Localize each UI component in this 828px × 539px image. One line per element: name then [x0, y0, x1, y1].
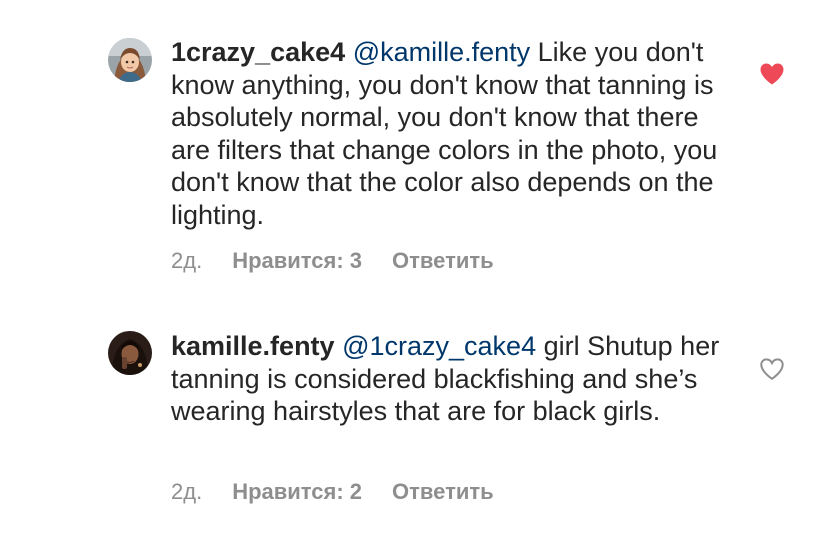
- comment-text: kamille.fenty @1crazy_cake4 girl Shutup …: [171, 330, 731, 428]
- comment-username[interactable]: kamille.fenty: [171, 331, 335, 361]
- reply-button[interactable]: Ответить: [392, 479, 494, 504]
- comment-mention[interactable]: @kamille.fenty: [353, 37, 530, 67]
- avatar[interactable]: [108, 331, 152, 375]
- comment-meta: 2д. Нравится: 2 Ответить: [171, 479, 494, 505]
- comment-time: 2д.: [171, 248, 203, 273]
- comment-username[interactable]: 1crazy_cake4: [171, 37, 345, 67]
- comment-meta: 2д. Нравится: 3 Ответить: [171, 248, 494, 274]
- reply-button[interactable]: Ответить: [392, 248, 494, 273]
- avatar[interactable]: [108, 38, 152, 82]
- comment-text: 1crazy_cake4 @kamille.fenty Like you don…: [171, 36, 731, 231]
- likes-button[interactable]: Нравится: 2: [232, 479, 362, 504]
- comment-time: 2д.: [171, 479, 203, 504]
- heart-filled-icon[interactable]: [759, 62, 785, 86]
- comment-mention[interactable]: @1crazy_cake4: [342, 331, 536, 361]
- likes-button[interactable]: Нравится: 3: [232, 248, 362, 273]
- heart-outline-icon[interactable]: [759, 357, 785, 381]
